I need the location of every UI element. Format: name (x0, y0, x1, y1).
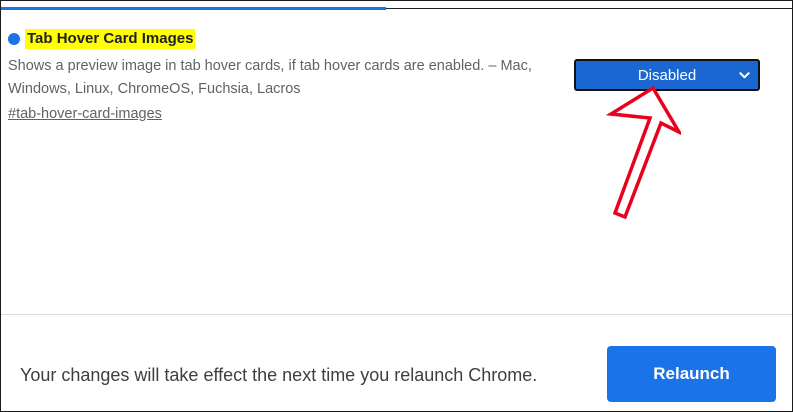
tab-bar-divider (386, 8, 792, 9)
flag-permalink[interactable]: #tab-hover-card-images (8, 106, 162, 122)
red-arrow-icon (605, 86, 681, 220)
chevron-down-icon (739, 72, 750, 79)
active-tab-indicator (1, 7, 386, 10)
flag-header: Tab Hover Card Images (8, 29, 196, 49)
relaunch-button[interactable]: Relaunch (607, 346, 776, 402)
modified-indicator-icon (8, 33, 20, 45)
flag-description: Shows a preview image in tab hover cards… (8, 58, 532, 97)
flags-panel: Tab Hover Card Images Shows a preview im… (0, 0, 793, 412)
flag-title: Tab Hover Card Images (25, 29, 196, 49)
relaunch-message: Your changes will take effect the next t… (20, 365, 538, 385)
footer-divider (1, 314, 792, 315)
flag-state-value: Disabled (637, 66, 697, 84)
